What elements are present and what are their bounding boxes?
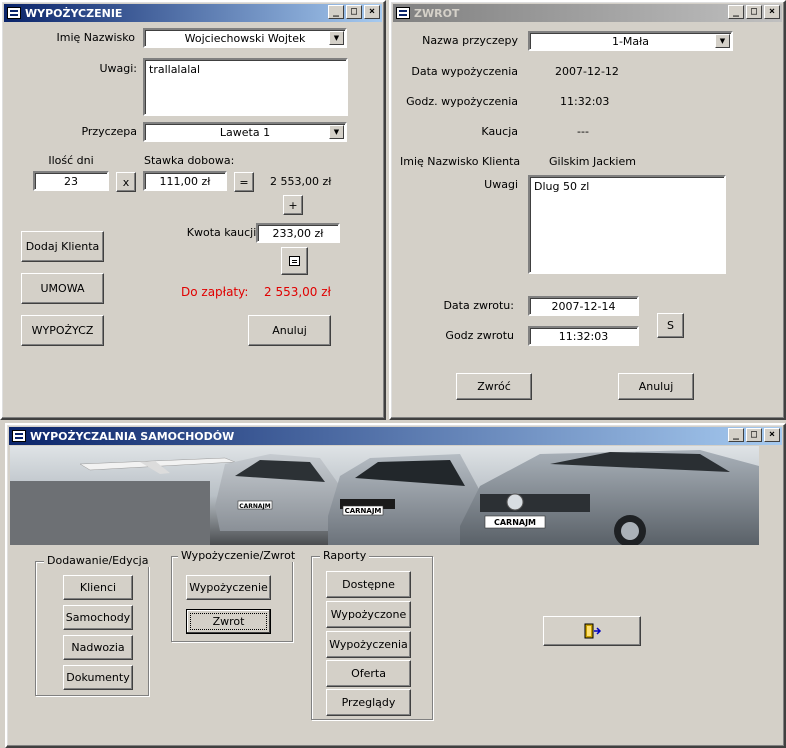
wypozyczenie-titlebar[interactable]: WYPOŻYCZENIE _ □ × bbox=[4, 4, 382, 22]
kaucja-label: Kwota kaucji: bbox=[186, 226, 260, 239]
umowa-button[interactable]: UMOWA bbox=[21, 273, 104, 304]
close-button[interactable]: × bbox=[764, 428, 780, 442]
kaucja-input[interactable]: 233,00 zł bbox=[256, 223, 340, 243]
chevron-down-icon[interactable]: ▼ bbox=[715, 34, 730, 48]
zwrot-title: ZWROT bbox=[414, 6, 460, 20]
chevron-down-icon[interactable]: ▼ bbox=[329, 125, 344, 139]
klient-label: Imię Nazwisko Klienta bbox=[400, 155, 521, 168]
ilosc-dni-value: 23 bbox=[64, 174, 78, 188]
cars-banner: CARNAJM CARNAJM CARNAJM bbox=[10, 446, 759, 545]
plus-button[interactable]: + bbox=[283, 195, 303, 215]
calculator-icon bbox=[289, 256, 300, 266]
kaucja-zwrot-label: Kaucja bbox=[481, 125, 518, 138]
anuluj-zwrot-button[interactable]: Anuluj bbox=[618, 373, 694, 400]
maximize-button[interactable]: □ bbox=[746, 428, 762, 442]
uwagi-textarea[interactable]: trallalalal bbox=[143, 58, 348, 116]
do-zaplaty-label: Do zapłaty: bbox=[181, 285, 249, 299]
exit-button[interactable] bbox=[543, 616, 641, 646]
uwagi-zwrot-value: Dlug 50 zl bbox=[534, 180, 590, 193]
calculate-button[interactable] bbox=[281, 247, 308, 275]
maximize-button[interactable]: □ bbox=[346, 5, 362, 19]
uwagi-label: Uwagi: bbox=[99, 62, 137, 75]
raporty-title: Raporty bbox=[320, 549, 370, 562]
wypozyczenie-zwrot-title: Wypożyczenie/Zwrot bbox=[178, 549, 299, 562]
nazwa-przyczepy-value: 1-Mała bbox=[611, 34, 650, 48]
wypozycz-button[interactable]: WYPOŻYCZ bbox=[21, 315, 104, 346]
uwagi-zwrot-textarea[interactable]: Dlug 50 zl bbox=[528, 175, 726, 274]
godz-zwrotu-input[interactable]: 11:32:03 bbox=[528, 326, 639, 346]
form-icon bbox=[7, 7, 21, 19]
oferta-button[interactable]: Oferta bbox=[326, 660, 411, 687]
close-button[interactable]: × bbox=[764, 5, 780, 19]
godz-wypozyczenia-label: Godz. wypożyczenia bbox=[406, 95, 518, 108]
exit-door-icon bbox=[584, 623, 602, 639]
przeglady-button[interactable]: Przeglądy bbox=[326, 689, 411, 716]
ilosc-dni-input[interactable]: 23 bbox=[33, 171, 109, 191]
data-wypozyczenia-label: Data wypożyczenia bbox=[411, 65, 518, 78]
wypozyczenie-title: WYPOŻYCZENIE bbox=[25, 6, 123, 20]
data-zwrotu-value: 2007-12-14 bbox=[551, 299, 616, 313]
form-icon bbox=[12, 430, 26, 442]
ilosc-dni-label: Ilość dni bbox=[48, 154, 94, 167]
kaucja-zwrot-value: --- bbox=[577, 125, 589, 138]
nadwozia-button[interactable]: Nadwozia bbox=[63, 635, 133, 660]
minimize-button[interactable]: _ bbox=[728, 5, 744, 19]
godz-wypozyczenia-value: 11:32:03 bbox=[560, 95, 610, 108]
zwrot-titlebar[interactable]: ZWROT _ □ × bbox=[393, 4, 782, 22]
nazwa-przyczepy-label: Nazwa przyczepy bbox=[422, 34, 518, 47]
anuluj-wypozyczenie-button[interactable]: Anuluj bbox=[248, 315, 331, 346]
godz-zwrotu-value: 11:32:03 bbox=[558, 329, 609, 343]
przyczepa-value: Laweta 1 bbox=[219, 125, 271, 139]
klienci-button[interactable]: Klienci bbox=[63, 575, 133, 600]
multiply-button[interactable]: x bbox=[116, 172, 136, 192]
uwagi-zwrot-label: Uwagi bbox=[484, 178, 518, 191]
close-button[interactable]: × bbox=[364, 5, 380, 19]
data-wypozyczenia-value: 2007-12-12 bbox=[555, 65, 619, 78]
main-titlebar[interactable]: WYPOŻYCZALNIA SAMOCHODÓW _ □ × bbox=[9, 427, 782, 445]
suma-value: 2 553,00 zł bbox=[270, 175, 332, 188]
dokumenty-button[interactable]: Dokumenty bbox=[63, 665, 133, 690]
main-title: WYPOŻYCZALNIA SAMOCHODÓW bbox=[30, 429, 235, 443]
uwagi-value: trallalalal bbox=[149, 63, 201, 76]
do-zaplaty-value: 2 553,00 zł bbox=[264, 285, 331, 299]
dodaj-klienta-button[interactable]: Dodaj Klienta bbox=[21, 231, 104, 262]
dodawanie-edycja-title: Dodawanie/Edycja bbox=[44, 554, 152, 567]
przyczepa-combo[interactable]: Laweta 1 ▼ bbox=[143, 122, 347, 142]
data-zwrotu-label: Data zwrotu: bbox=[443, 299, 514, 312]
data-zwrotu-input[interactable]: 2007-12-14 bbox=[528, 296, 639, 316]
samochody-button[interactable]: Samochody bbox=[63, 605, 133, 630]
s-button[interactable]: S bbox=[657, 313, 684, 338]
godz-zwrotu-label: Godz zwrotu bbox=[445, 329, 514, 342]
stawka-label: Stawka dobowa: bbox=[144, 154, 235, 167]
klient-value: Gilskim Jackiem bbox=[549, 155, 636, 168]
wypozyczenie-nav-button[interactable]: Wypożyczenie bbox=[186, 575, 271, 600]
przyczepa-label: Przyczepa bbox=[81, 125, 137, 138]
maximize-button[interactable]: □ bbox=[746, 5, 762, 19]
plate-3: CARNAJM bbox=[494, 518, 536, 527]
minimize-button[interactable]: _ bbox=[728, 428, 744, 442]
kaucja-value: 233,00 zł bbox=[272, 226, 324, 240]
minimize-button[interactable]: _ bbox=[328, 5, 344, 19]
wypozyczone-button[interactable]: Wypożyczone bbox=[326, 601, 411, 628]
imie-label: Imię Nazwisko bbox=[56, 31, 135, 44]
dostepne-button[interactable]: Dostępne bbox=[326, 571, 411, 598]
nazwa-przyczepy-combo[interactable]: 1-Mała ▼ bbox=[528, 31, 733, 51]
imie-combo[interactable]: Wojciechowski Wojtek ▼ bbox=[143, 28, 347, 48]
plate-1: CARNAJM bbox=[239, 503, 271, 510]
zwrot-nav-button[interactable]: Zwrot bbox=[186, 609, 271, 634]
wypozyczenia-button[interactable]: Wypożyczenia bbox=[326, 631, 411, 658]
chevron-down-icon[interactable]: ▼ bbox=[329, 31, 344, 45]
plate-2: CARNAJM bbox=[345, 507, 382, 515]
equals-button[interactable]: = bbox=[234, 172, 254, 192]
cars-banner-image: CARNAJM CARNAJM CARNAJM bbox=[10, 446, 759, 545]
stawka-input[interactable]: 111,00 zł bbox=[143, 171, 227, 191]
stawka-value: 111,00 zł bbox=[159, 174, 211, 188]
imie-value: Wojciechowski Wojtek bbox=[184, 31, 306, 45]
form-icon bbox=[396, 7, 410, 19]
zwroc-button[interactable]: Zwróć bbox=[456, 373, 532, 400]
